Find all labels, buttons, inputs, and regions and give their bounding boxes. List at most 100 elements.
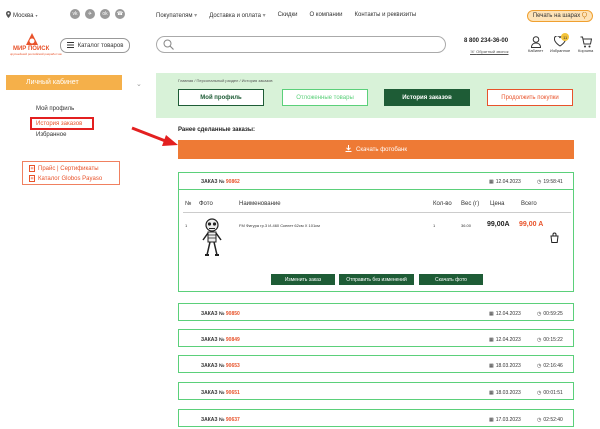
chevron-down-icon: ▾ — [194, 13, 198, 19]
download-photobank-button[interactable]: Скачать фотобанк — [178, 140, 574, 159]
order-row[interactable]: ЗАКАЗ № 90849 ▦ 12.04.2023 ◷ 00:15:22 — [178, 329, 574, 347]
price-certificates-link[interactable]: ▤ Прайс | Сертификаты — [29, 165, 99, 172]
col-name: Наименование — [239, 201, 281, 207]
calendar-icon: ▦ — [489, 179, 494, 185]
item-weight: 36.00 — [461, 223, 472, 228]
col-weight: Вес (г) — [461, 201, 480, 207]
tab-my-profile[interactable]: Мой профиль — [178, 89, 264, 106]
catalog-globos-link[interactable]: ▤ Каталог Globos Payaso — [29, 175, 102, 182]
nav-buyers[interactable]: Покупателям ▾ — [156, 12, 197, 19]
order-date: ▦ 17.03.2023 — [489, 417, 521, 423]
chevron-down-icon[interactable]: ⌄ — [136, 80, 142, 88]
documents-box: ▤ Прайс | Сертификаты ▤ Каталог Globos P… — [22, 161, 120, 185]
order-row[interactable]: ЗАКАЗ № 90850 ▦ 12.04.2023 ◷ 00:59:25 — [178, 303, 574, 321]
cabinet-link[interactable]: Кабинет — [528, 36, 543, 53]
callback-link[interactable]: ☏ Обратный звонок — [470, 49, 509, 54]
cabinet-icon — [530, 36, 541, 48]
calendar-icon: ▦ — [489, 363, 494, 369]
breadcrumb: Главная / Персональный раздел / История … — [178, 78, 273, 83]
phone-icon: ☏ — [470, 49, 476, 54]
order-time: ◷ 00:59:25 — [537, 311, 563, 317]
send-unchanged-button[interactable]: Отправить без изменений — [339, 274, 414, 285]
add-to-cart-icon[interactable] — [550, 232, 559, 243]
item-total: 99,00 A — [519, 221, 544, 228]
calendar-icon: ▦ — [489, 337, 494, 343]
catalog-button[interactable]: Каталог товаров — [60, 38, 130, 53]
location-icon — [6, 11, 11, 20]
tab-order-history[interactable]: История заказов — [384, 89, 470, 106]
col-num: № — [185, 201, 192, 207]
chevron-down-icon: ▾ — [262, 13, 266, 19]
clock-icon: ◷ — [537, 337, 542, 343]
skeleton-figure-photo[interactable] — [201, 218, 223, 258]
divider — [183, 212, 571, 213]
nav-about[interactable]: О компании — [309, 12, 342, 19]
order-time: ◷ 02:16:46 — [537, 363, 563, 369]
calendar-icon: ▦ — [489, 390, 494, 396]
calendar-icon: ▦ — [489, 311, 494, 317]
order-date: ▦ 18.03.2023 — [489, 363, 521, 369]
city-selector[interactable]: Москва ▾ — [6, 11, 38, 20]
print-on-balloons-button[interactable]: Печать на шарах — [527, 10, 593, 22]
order-number: ЗАКАЗ № 90862 — [201, 179, 240, 185]
tab-deferred-items[interactable]: Отложенные товары — [282, 89, 368, 106]
clock-icon: ◷ — [537, 417, 542, 423]
search-input[interactable] — [156, 36, 446, 53]
order-date: ▦ 18.03.2023 — [489, 390, 521, 396]
item-num: 1 — [185, 223, 188, 228]
calendar-icon: ▦ — [489, 417, 494, 423]
order-header[interactable]: ЗАКАЗ № 90862 ▦ 12.04.2023 ◷ 19:58:41 — [179, 173, 573, 190]
nav-contacts[interactable]: Контакты и реквизиты — [355, 12, 417, 19]
edit-order-button[interactable]: Изменить заказ — [271, 274, 335, 285]
order-date: ▦ 12.04.2023 — [489, 179, 521, 185]
order-time: ◷ 19:58:41 — [537, 179, 563, 185]
col-qty: Кол-во — [433, 201, 452, 207]
order-date: ▦ 12.04.2023 — [489, 337, 521, 343]
pdf-icon: ▤ — [29, 165, 35, 172]
item-name[interactable]: FM Фигура гр.3 И-460 Скелет 62см X 101см — [239, 223, 320, 228]
nav-delivery[interactable]: Доставка и оплата ▾ — [209, 12, 265, 19]
favorites-link[interactable]: 11 Избранное — [550, 33, 570, 53]
order-number: ЗАКАЗ № 90849 — [201, 337, 240, 343]
item-price: 99,00A — [487, 221, 510, 228]
telegram-icon[interactable]: ✈ — [85, 9, 95, 19]
order-date: ▦ 12.04.2023 — [489, 311, 521, 317]
favorites-badge: 11 — [561, 33, 570, 41]
account-panel: Главная / Персональный раздел / История … — [156, 73, 596, 118]
clock-icon: ◷ — [537, 363, 542, 369]
order-number: ЗАКАЗ № 90637 — [201, 417, 240, 423]
chevron-down-icon: ▾ — [35, 13, 38, 18]
logo-icon — [26, 33, 38, 45]
order-time: ◷ 00:01:51 — [537, 390, 563, 396]
sidebar-item-profile[interactable]: Мой профиль — [36, 106, 74, 112]
cart-link[interactable]: Корзина — [578, 36, 593, 53]
sidebar-item-order-history[interactable]: История заказов — [30, 117, 94, 130]
social-links: vk ✈ ok ☎ — [70, 9, 125, 19]
site-logo[interactable]: МИР ПОИСК крупнейший российский разработ… — [8, 32, 62, 66]
continue-shopping-button[interactable]: Продолжить покупки — [487, 89, 573, 106]
clock-icon: ◷ — [537, 311, 542, 317]
download-photo-button[interactable]: Скачать фото — [419, 274, 483, 285]
whatsapp-icon[interactable]: ☎ — [115, 9, 125, 19]
order-row[interactable]: ЗАКАЗ № 90651 ▦ 18.03.2023 ◷ 00:01:51 — [178, 382, 574, 400]
order-number: ЗАКАЗ № 90850 — [201, 311, 240, 317]
clock-icon: ◷ — [537, 179, 542, 185]
vk-icon[interactable]: vk — [70, 9, 80, 19]
order-number: ЗАКАЗ № 90653 — [201, 363, 240, 369]
clock-icon: ◷ — [537, 390, 542, 396]
balloon-icon — [582, 11, 588, 21]
city-label: Москва — [13, 12, 34, 19]
order-row[interactable]: ЗАКАЗ № 90637 ▦ 17.03.2023 ◷ 02:52:40 — [178, 409, 574, 427]
phone-number[interactable]: 8 800 234-36-00 — [464, 38, 508, 44]
order-time: ◷ 02:52:40 — [537, 417, 563, 423]
pdf-icon: ▤ — [29, 175, 35, 182]
odnoklassniki-icon[interactable]: ok — [100, 9, 110, 19]
sidebar-item-favorites[interactable]: Избранное — [36, 132, 66, 138]
sidebar-header[interactable]: Личный кабинет — [6, 75, 122, 90]
search-icon — [163, 39, 174, 52]
download-icon — [345, 145, 352, 154]
order-time: ◷ 00:15:22 — [537, 337, 563, 343]
col-price: Цена — [490, 201, 505, 207]
order-row[interactable]: ЗАКАЗ № 90653 ▦ 18.03.2023 ◷ 02:16:46 — [178, 355, 574, 373]
nav-discounts[interactable]: Скидки — [278, 12, 298, 19]
